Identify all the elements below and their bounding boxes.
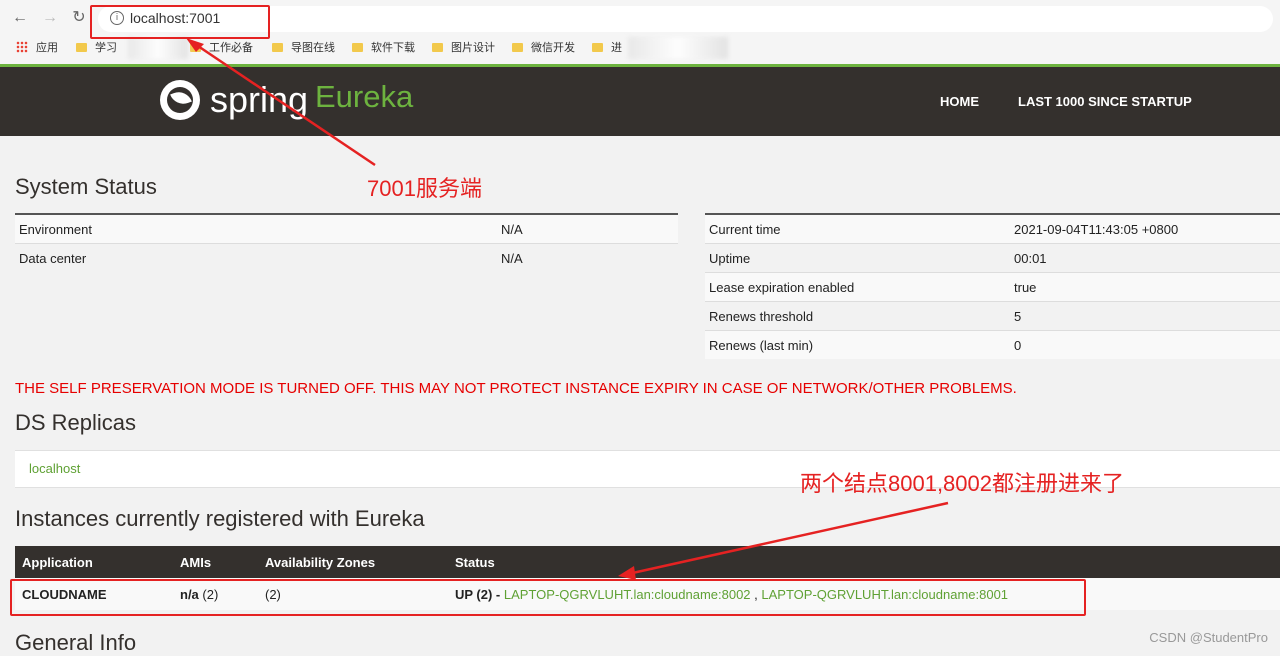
arrow-line bbox=[191, 40, 376, 167]
csdn-watermark: CSDN @StudentPro bbox=[1149, 630, 1268, 645]
annotation-arrows bbox=[186, 38, 949, 580]
arrow-head bbox=[618, 566, 636, 580]
annotation-server-note: 7001服务端 bbox=[367, 176, 482, 201]
arrow-line bbox=[627, 501, 949, 576]
annotation-nodes-note: 两个结点8001,8002都注册进来了 bbox=[800, 471, 1124, 496]
arrow-head bbox=[186, 38, 204, 52]
